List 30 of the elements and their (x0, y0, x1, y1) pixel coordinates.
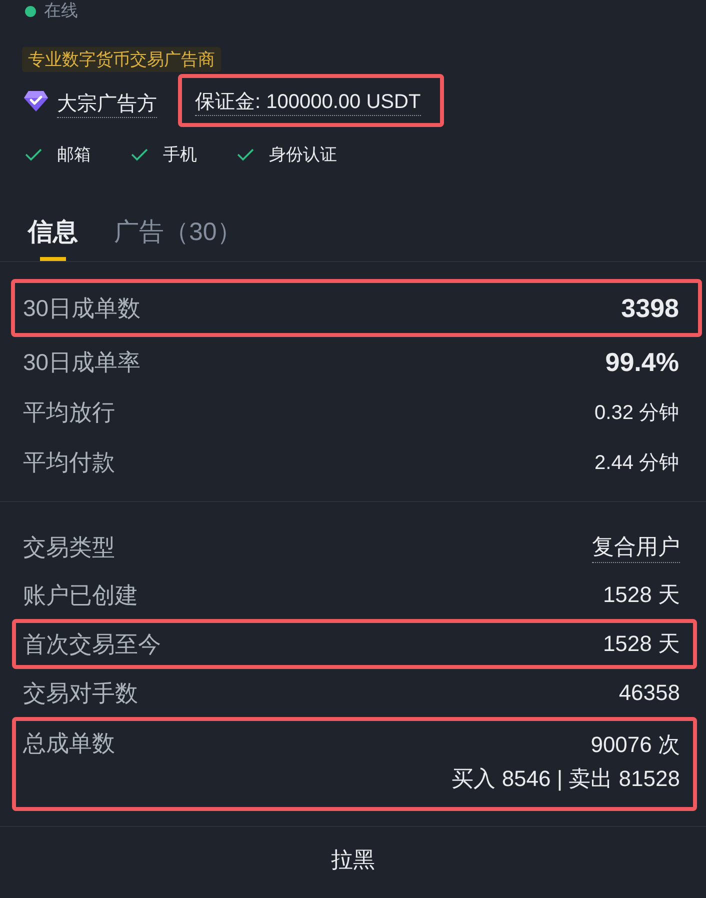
detail-value: 90076 次 (590, 731, 680, 759)
stat-value: 0.32 分钟 (594, 400, 679, 426)
verification-label: 身份认证 (269, 144, 337, 166)
detail-label: 账户已创建 (23, 581, 138, 610)
detail-value: 46358 (618, 679, 680, 707)
detail-sub-value: 买入 8546 | 卖出 81528 (452, 765, 680, 793)
advertiser-badge: 专业数字货币交易广告商 (22, 47, 221, 72)
verification-label: 邮箱 (57, 144, 91, 166)
stat-value: 99.4% (605, 346, 679, 378)
stat-label: 30日成单率 (23, 348, 141, 377)
merchant-type-label[interactable]: 大宗广告方 (57, 91, 157, 118)
detail-value: 1528 天 (602, 630, 680, 658)
stat-value: 2.44 分钟 (594, 450, 679, 476)
stat-label: 30日成单数 (23, 294, 141, 323)
verification-label: 手机 (163, 144, 197, 166)
block-button[interactable]: 拉黑 (311, 827, 395, 893)
status-label: 在线 (44, 0, 78, 22)
detail-value[interactable]: 复合用户 (592, 532, 680, 562)
detail-label: 交易对手数 (23, 679, 138, 708)
stat-value: 3398 (621, 292, 679, 324)
detail-value: 1528 天 (602, 581, 680, 609)
detail-label: 交易类型 (23, 533, 115, 562)
stat-label: 平均放行 (23, 398, 115, 427)
gem-check-icon (24, 90, 48, 112)
detail-label: 总成单数 (23, 729, 115, 758)
detail-label: 首次交易至今 (23, 630, 161, 659)
tab[interactable]: 广告（30） (114, 192, 242, 261)
stat-label: 平均付款 (23, 448, 115, 477)
tab[interactable]: 信息 (28, 192, 78, 261)
deposit-text[interactable]: 保证金: 100000.00 USDT (195, 89, 421, 116)
